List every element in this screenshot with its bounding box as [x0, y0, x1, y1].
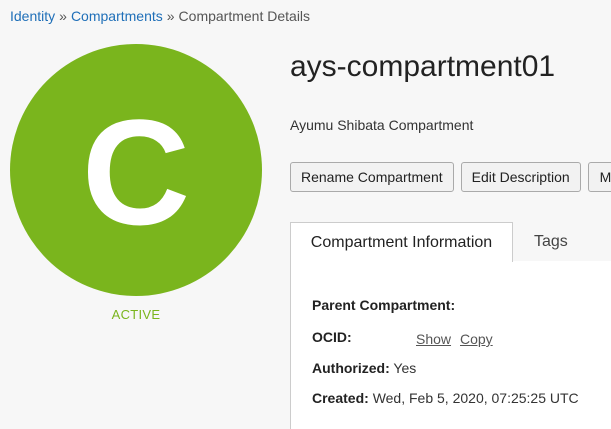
ocid-label: OCID:	[312, 329, 352, 345]
ocid-show-link[interactable]: Show	[416, 331, 451, 347]
ocid-row: OCID:	[312, 329, 352, 345]
breadcrumb-separator: »	[59, 8, 67, 24]
breadcrumb-link-compartments[interactable]: Compartments	[71, 8, 163, 24]
parent-compartment-row: Parent Compartment:	[312, 297, 455, 313]
authorized-label: Authorized:	[312, 360, 390, 376]
more-actions-button[interactable]: M	[587, 162, 611, 192]
ocid-copy-link[interactable]: Copy	[460, 331, 493, 347]
breadcrumb-current: Compartment Details	[178, 8, 311, 24]
page-title: ays-compartment01	[290, 50, 556, 83]
edit-description-button[interactable]: Edit Description	[460, 162, 581, 192]
action-bar: Rename Compartment Edit Description M	[290, 162, 611, 192]
compartment-avatar: C	[10, 44, 262, 296]
status-badge: ACTIVE	[111, 307, 161, 322]
breadcrumb: Identity» Compartments» Compartment Detail…	[10, 8, 310, 24]
tab-tags[interactable]: Tags	[534, 222, 568, 261]
detail-tabs: Compartment Information Tags	[290, 222, 611, 262]
breadcrumb-link-identity[interactable]: Identity	[10, 8, 55, 24]
authorized-value: Yes	[393, 360, 417, 376]
avatar-initial: C	[81, 88, 191, 256]
created-label: Created:	[312, 390, 369, 406]
rename-compartment-button[interactable]: Rename Compartment	[290, 162, 454, 192]
created-row: Created: Wed, Feb 5, 2020, 07:25:25 UTC	[312, 390, 579, 406]
redacted-area	[463, 289, 573, 325]
breadcrumb-separator: »	[166, 8, 175, 24]
created-value: Wed, Feb 5, 2020, 07:25:25 UTC	[372, 390, 579, 406]
authorized-row: Authorized: Yes	[312, 360, 416, 376]
tab-compartment-information[interactable]: Compartment Information	[290, 222, 513, 262]
compartment-information-panel: Parent Compartment: OCID: Show Copy Auth…	[290, 261, 611, 429]
parent-compartment-label: Parent Compartment:	[312, 297, 456, 313]
compartment-description: Ayumu Shibata Compartment	[290, 117, 474, 133]
